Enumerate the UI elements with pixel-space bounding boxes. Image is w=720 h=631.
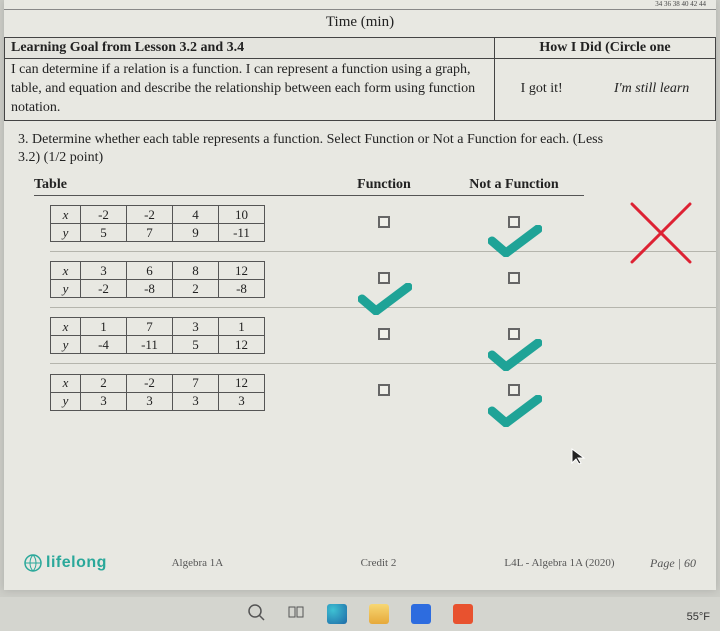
option-still-learning[interactable]: I'm still learn xyxy=(614,81,689,97)
globe-icon xyxy=(24,554,42,572)
col-function: Function xyxy=(324,177,444,196)
data-table-3: x1731 y-4-11512 xyxy=(50,317,265,354)
search-icon[interactable] xyxy=(247,603,265,626)
worksheet-page: 34 36 38 40 42 44 Time (min) Learning Go… xyxy=(4,0,716,590)
data-table-1: x-2-2410 y579-11 xyxy=(50,205,265,242)
col-table: Table xyxy=(34,177,324,196)
goal-body: I can determine if a relation is a funct… xyxy=(5,59,494,120)
table-row: x-2-2410 y579-11 xyxy=(50,196,716,252)
footer-credit: Credit 2 xyxy=(288,557,469,569)
table-rows: x-2-2410 y579-11 x36812 y-2-82-8 xyxy=(4,196,716,420)
column-headers: Table Function Not a Function xyxy=(4,171,716,196)
edge-icon[interactable] xyxy=(327,604,347,624)
checkbox-function[interactable] xyxy=(378,328,390,340)
footer-title: L4L - Algebra 1A (2020) xyxy=(469,557,650,569)
checkbox-function[interactable] xyxy=(378,384,390,396)
data-table-2: x36812 y-2-82-8 xyxy=(50,261,265,298)
weather-temp[interactable]: 55°F xyxy=(687,611,710,623)
red-x-mark xyxy=(626,198,696,268)
ruler-marks: 34 36 38 40 42 44 xyxy=(4,0,716,10)
footer-page: Page | 60 xyxy=(650,556,696,571)
table-row: x1731 y-4-11512 xyxy=(50,308,716,364)
task-view-icon[interactable] xyxy=(287,603,305,626)
file-explorer-icon[interactable] xyxy=(369,604,389,624)
checkbox-function[interactable] xyxy=(378,216,390,228)
checkbox-not-function[interactable] xyxy=(508,272,520,284)
brand-logo: lifelong xyxy=(24,554,107,572)
option-got-it[interactable]: I got it! xyxy=(521,81,563,97)
learning-goal-box: Learning Goal from Lesson 3.2 and 3.4 I … xyxy=(4,37,716,121)
table-row: x36812 y-2-82-8 xyxy=(50,252,716,308)
data-table-4: x2-2712 y3333 xyxy=(50,374,265,411)
page-footer: lifelong Algebra 1A Credit 2 L4L - Algeb… xyxy=(4,554,716,572)
cursor-icon xyxy=(570,447,588,470)
time-axis-label: Time (min) xyxy=(4,10,716,37)
store-icon[interactable] xyxy=(411,604,431,624)
how-i-did-header: How I Did (Circle one xyxy=(495,38,715,59)
goal-header: Learning Goal from Lesson 3.2 and 3.4 xyxy=(5,38,494,59)
table-row: x2-2712 y3333 xyxy=(50,364,716,420)
question-text: 3. Determine whether each table represen… xyxy=(4,121,716,171)
col-not-function: Not a Function xyxy=(444,177,584,196)
office-icon[interactable] xyxy=(453,604,473,624)
footer-course: Algebra 1A xyxy=(107,557,288,569)
checkmark-icon xyxy=(488,395,542,427)
windows-taskbar[interactable]: 55°F xyxy=(0,597,720,631)
